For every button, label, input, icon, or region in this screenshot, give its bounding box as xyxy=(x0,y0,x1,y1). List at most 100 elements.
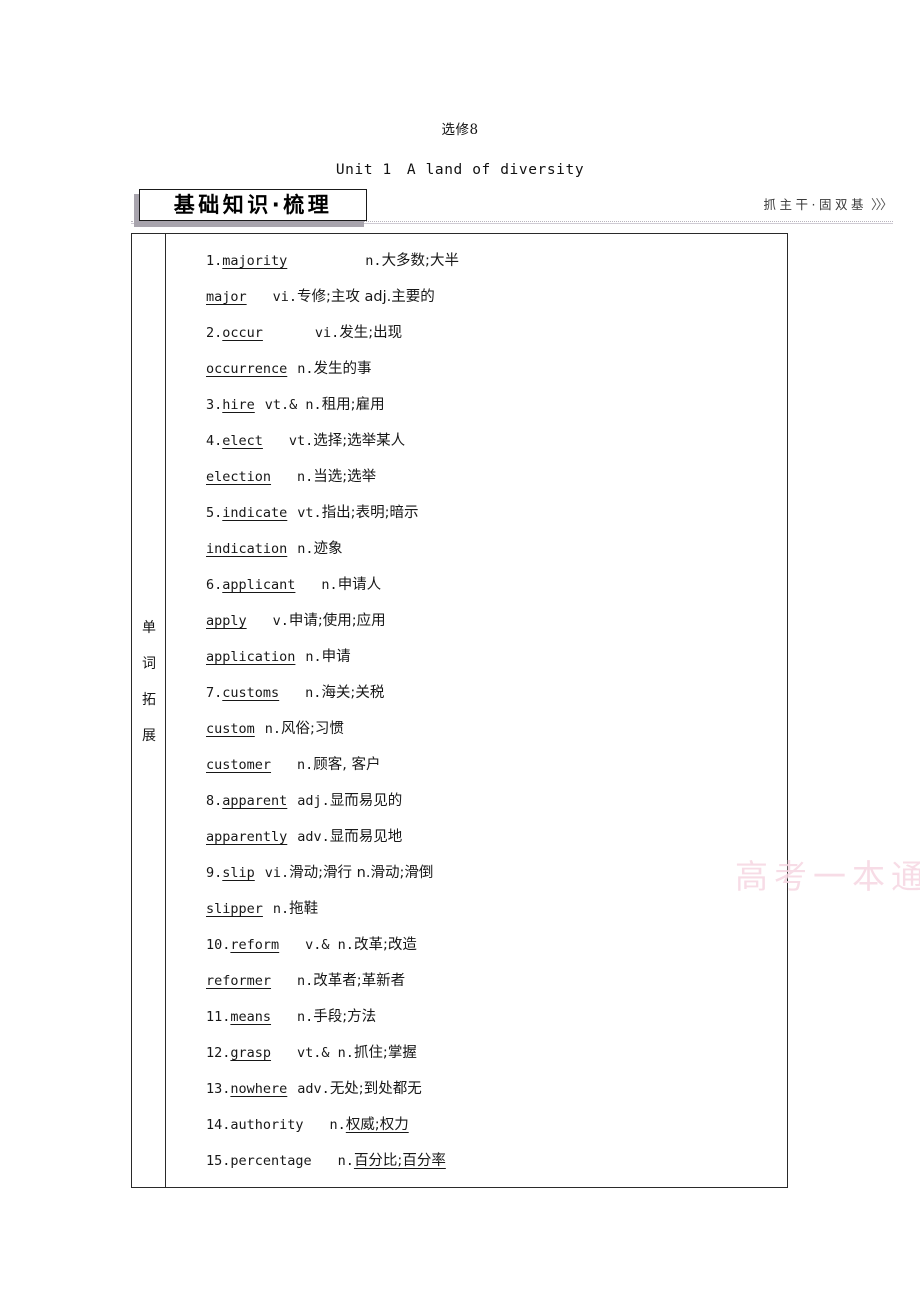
vocabulary-row: application n.申请 xyxy=(166,639,787,675)
part-of-speech: vt. xyxy=(288,433,314,449)
part-of-speech: n. xyxy=(297,1009,314,1025)
part-of-speech: vt.& n. xyxy=(297,1045,354,1061)
row-number: 12. xyxy=(206,1045,231,1061)
english-word: major xyxy=(206,289,247,305)
part-of-speech: n. xyxy=(264,721,282,737)
chinese-meaning: 百分比;百分率 xyxy=(353,1153,446,1169)
chinese-meaning: 当选;选举 xyxy=(313,469,377,485)
chinese-meaning: 申请;使用;应用 xyxy=(288,613,386,629)
part-of-speech: vt. xyxy=(297,505,322,521)
english-word: reform xyxy=(230,937,280,953)
part-of-speech: n. xyxy=(329,1117,346,1133)
english-word: occur xyxy=(222,325,263,341)
book-title: 选修8 xyxy=(441,122,479,138)
chinese-meaning: 权威;权力 xyxy=(345,1117,409,1133)
row-label-vertical: 单词拓展 xyxy=(132,610,166,754)
part-of-speech: vt.& n. xyxy=(264,397,322,413)
part-of-speech: n. xyxy=(272,901,290,917)
vocabulary-row: occurrence n.发生的事 xyxy=(166,351,787,387)
section-badge: 基础知识·梳理 xyxy=(139,189,367,221)
english-word: apparently xyxy=(206,829,288,845)
part-of-speech: n. xyxy=(297,469,314,485)
chinese-meaning: 迹象 xyxy=(313,541,343,557)
english-word: application xyxy=(206,649,296,665)
vocabulary-row: apparently adv.显而易见地 xyxy=(166,819,787,855)
vocabulary-row: apply v.申请;使用;应用 xyxy=(166,603,787,639)
chinese-meaning: 顾客, 客户 xyxy=(313,757,381,773)
vocabulary-row: 11.means n.手段;方法 xyxy=(166,999,787,1035)
row-label-char: 展 xyxy=(142,728,156,744)
vocabulary-row: election n.当选;选举 xyxy=(166,459,787,495)
english-word: apparent xyxy=(222,793,288,809)
chinese-meaning: 抓住;掌握 xyxy=(353,1045,417,1061)
row-number: 4. xyxy=(206,433,223,449)
english-word: majority xyxy=(222,253,288,269)
part-of-speech: vi. xyxy=(314,325,340,341)
english-word: slipper xyxy=(206,901,263,917)
chinese-meaning: 无处;到处都无 xyxy=(329,1081,422,1097)
section-badge-label: 基础知识·梳理 xyxy=(173,193,333,217)
unit-title: Unit 1 A land of diversity xyxy=(335,162,585,178)
part-of-speech: adv. xyxy=(297,829,330,845)
chinese-meaning: 显而易见地 xyxy=(329,829,403,845)
vocabulary-row: 6.applicant n.申请人 xyxy=(166,567,787,603)
vocabulary-row: 15.percentage n.百分比;百分率 xyxy=(166,1143,787,1179)
row-number: 5. xyxy=(206,505,223,521)
row-number: 15. xyxy=(206,1153,231,1169)
chinese-meaning: 显而易见的 xyxy=(329,793,403,809)
part-of-speech: n. xyxy=(305,649,322,665)
vocabulary-row: reformer n.改革者;革新者 xyxy=(166,963,787,999)
row-label-char: 拓 xyxy=(142,692,156,708)
english-word: slip xyxy=(222,865,255,881)
row-number: 11. xyxy=(206,1009,231,1025)
vocabulary-row: 14.authority n.权威;权力 xyxy=(166,1107,787,1143)
chinese-meaning: 风俗;习惯 xyxy=(281,721,344,737)
english-word: means xyxy=(230,1009,272,1025)
section-subtitle-label: 抓主干·固双基 xyxy=(763,197,867,212)
vocabulary-row: 2.occur vi.发生;出现 xyxy=(166,315,787,351)
row-number: 8. xyxy=(206,793,223,809)
vocabulary-row: 12.grasp vt.& n.抓住;掌握 xyxy=(166,1035,787,1071)
part-of-speech: adj. xyxy=(297,793,330,809)
row-number: 2. xyxy=(206,325,223,341)
vocabulary-row: customer n.顾客, 客户 xyxy=(166,747,787,783)
english-word: apply xyxy=(206,613,247,629)
row-number: 7. xyxy=(206,685,223,701)
row-number: 3. xyxy=(206,397,223,413)
row-number: 1. xyxy=(206,253,223,269)
vocabulary-row: 10.reform v.& n.改革;改造 xyxy=(166,927,787,963)
chinese-meaning: 改革者;革新者 xyxy=(313,973,406,989)
row-label-char: 词 xyxy=(142,656,156,672)
part-of-speech: n. xyxy=(297,541,314,557)
vocabulary-row: major vi.专修;主攻 adj.主要的 xyxy=(166,279,787,315)
part-of-speech: adv. xyxy=(297,1081,330,1097)
vocabulary-row: 3.hire vt.& n.租用;雇用 xyxy=(166,387,787,423)
english-word: percentage xyxy=(230,1153,312,1169)
english-word: reformer xyxy=(206,973,272,989)
chinese-meaning: 选择;选举某人 xyxy=(313,433,406,449)
row-number: 10. xyxy=(206,937,231,953)
english-word: authority xyxy=(230,1117,304,1133)
chinese-meaning: 专修;主攻 adj.主要的 xyxy=(297,289,435,305)
part-of-speech: n. xyxy=(297,361,314,377)
chinese-meaning: 滑动;滑行 n.滑动;滑倒 xyxy=(289,865,434,881)
part-of-speech: n. xyxy=(297,757,314,773)
row-number: 14. xyxy=(206,1117,231,1133)
part-of-speech: n. xyxy=(365,253,382,269)
english-word: custom xyxy=(206,721,255,737)
english-word: customer xyxy=(206,757,272,773)
english-word: occurrence xyxy=(206,361,288,377)
english-word: applicant xyxy=(222,577,296,593)
vocabulary-row: 4.elect vt.选择;选举某人 xyxy=(166,423,787,459)
chevrons-right-icon: 〉〉〉 xyxy=(870,198,893,213)
vocabulary-rows: 1.majority n.大多数;大半 major vi.专修;主攻 adj.主要的 2… xyxy=(166,234,787,1187)
english-word: customs xyxy=(222,685,280,701)
part-of-speech: vi. xyxy=(272,289,298,305)
vocabulary-row: 8.apparent adj.显而易见的 xyxy=(166,783,787,819)
vocabulary-row: 7.customs n.海关;关税 xyxy=(166,675,787,711)
chinese-meaning: 海关;关税 xyxy=(321,685,385,701)
part-of-speech: n. xyxy=(321,577,338,593)
chinese-meaning: 指出;表明;暗示 xyxy=(321,505,419,521)
chinese-meaning: 改革;改造 xyxy=(353,937,417,953)
english-word: hire xyxy=(222,397,255,413)
